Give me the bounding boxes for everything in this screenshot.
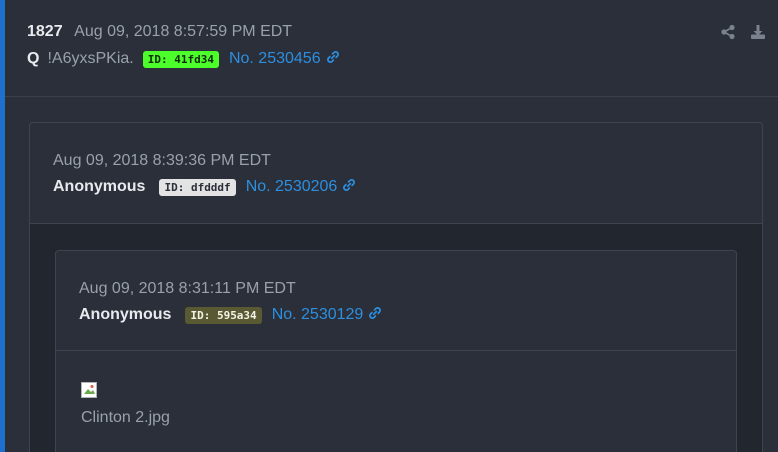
id-badge: ID: 41fd34 (142, 50, 219, 68)
post-meta-line: 1827 Aug 09, 2018 8:57:59 PM EDT (27, 22, 292, 42)
nested-reply-timestamp: Aug 09, 2018 8:31:11 PM EDT (79, 280, 296, 297)
reply-link-label: No. 2530206 (245, 178, 338, 195)
post-number: 1827 (27, 23, 63, 40)
nested-reply-number-link[interactable]: No. 2530129 (272, 305, 383, 325)
reply-author: Anonymous (53, 178, 146, 195)
link-icon (343, 179, 356, 191)
nested-reply-header: Aug 09, 2018 8:31:11 PM EDT Anonymous ID… (56, 251, 736, 351)
reply-header: Aug 09, 2018 8:39:36 PM EDT Anonymous ID… (30, 123, 762, 224)
nested-reply-author-line: Anonymous ID: 595a34 No. 2530129 (79, 305, 382, 325)
image-filename[interactable]: Clinton 2.jpg (81, 408, 170, 428)
reply-body: Aug 09, 2018 8:31:11 PM EDT Anonymous ID… (30, 224, 762, 452)
broken-image-icon[interactable] (81, 382, 101, 400)
link-icon (326, 51, 339, 63)
nested-reply-author: Anonymous (79, 306, 172, 323)
reply-author-line: Anonymous ID: dfdddf No. 2530206 (53, 177, 356, 197)
id-badge: ID: 595a34 (185, 306, 262, 324)
post-link-label: No. 2530456 (228, 50, 321, 67)
link-icon (369, 307, 382, 319)
share-icon[interactable] (720, 24, 736, 40)
post-actions (720, 24, 766, 40)
id-badge: ID: dfdddf (159, 178, 236, 196)
reply-card-2530129: Aug 09, 2018 8:31:11 PM EDT Anonymous ID… (55, 250, 737, 452)
post-author: Q (27, 50, 40, 67)
reply-number-link[interactable]: No. 2530206 (246, 177, 357, 197)
reply-card-2530206: Aug 09, 2018 8:39:36 PM EDT Anonymous ID… (29, 122, 763, 452)
download-icon[interactable] (750, 24, 766, 40)
post-number-link[interactable]: No. 2530456 (229, 49, 340, 69)
post-header: 1827 Aug 09, 2018 8:57:59 PM EDT Q !A6yx… (5, 0, 778, 97)
post-tripcode: !A6yxsPKia. (47, 50, 134, 67)
nested-reply-link-label: No. 2530129 (271, 306, 364, 323)
post-author-line: Q !A6yxsPKia. ID: 41fd34 No. 2530456 (27, 49, 340, 69)
reply-timestamp: Aug 09, 2018 8:39:36 PM EDT (53, 152, 271, 169)
nested-reply-body: Clinton 2.jpg (56, 351, 736, 452)
post-timestamp: Aug 09, 2018 8:57:59 PM EDT (74, 23, 293, 40)
